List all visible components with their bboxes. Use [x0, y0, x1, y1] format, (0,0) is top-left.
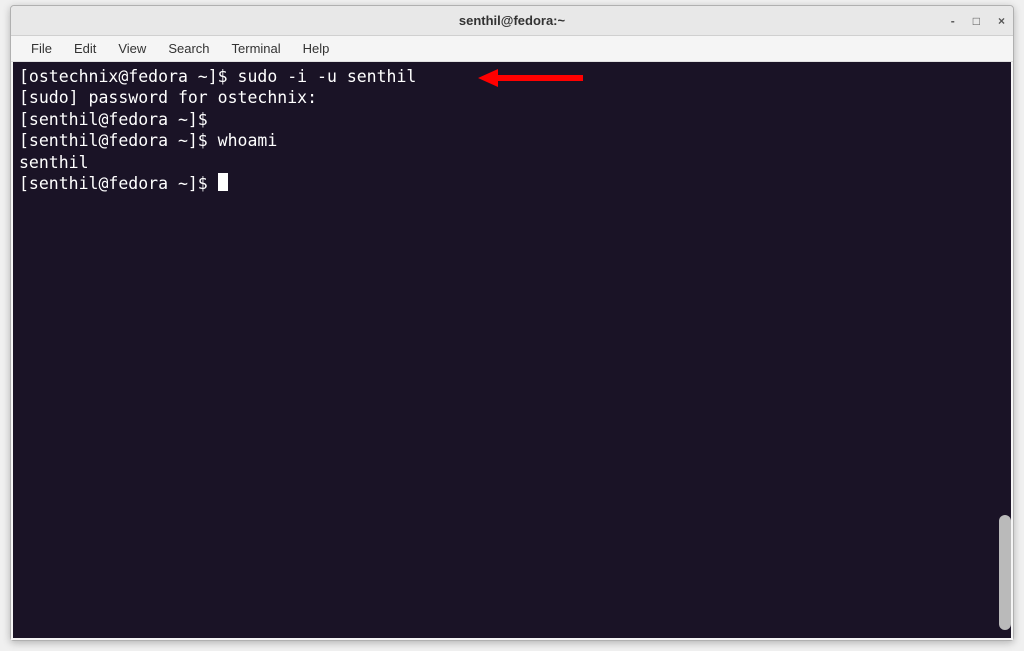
- terminal-wrapper: [ostechnix@fedora ~]$ sudo -i -u senthil…: [11, 62, 1013, 640]
- menu-file[interactable]: File: [21, 38, 62, 59]
- terminal-line: [senthil@fedora ~]$: [19, 109, 1005, 130]
- terminal-line: senthil: [19, 152, 1005, 173]
- titlebar[interactable]: senthil@fedora:~ - □ ×: [11, 6, 1013, 36]
- menu-terminal[interactable]: Terminal: [222, 38, 291, 59]
- terminal-prompt: [senthil@fedora ~]$: [19, 174, 218, 193]
- terminal-line: [senthil@fedora ~]$ whoami: [19, 130, 1005, 151]
- menu-edit[interactable]: Edit: [64, 38, 106, 59]
- terminal-window: senthil@fedora:~ - □ × File Edit View Se…: [10, 5, 1014, 641]
- terminal-line: [sudo] password for ostechnix:: [19, 87, 1005, 108]
- terminal-line: [ostechnix@fedora ~]$ sudo -i -u senthil: [19, 66, 1005, 87]
- maximize-button[interactable]: □: [973, 15, 980, 27]
- close-button[interactable]: ×: [998, 15, 1005, 27]
- terminal-prompt-line: [senthil@fedora ~]$: [19, 173, 1005, 194]
- window-title: senthil@fedora:~: [459, 13, 565, 28]
- scrollbar-thumb[interactable]: [999, 515, 1011, 630]
- menu-help[interactable]: Help: [293, 38, 340, 59]
- window-controls: - □ ×: [951, 15, 1005, 27]
- menu-search[interactable]: Search: [158, 38, 219, 59]
- minimize-button[interactable]: -: [951, 15, 955, 27]
- terminal-content[interactable]: [ostechnix@fedora ~]$ sudo -i -u senthil…: [13, 62, 1011, 638]
- menu-view[interactable]: View: [108, 38, 156, 59]
- menubar: File Edit View Search Terminal Help: [11, 36, 1013, 62]
- scrollbar-track[interactable]: [999, 162, 1011, 630]
- cursor-icon: [218, 173, 228, 191]
